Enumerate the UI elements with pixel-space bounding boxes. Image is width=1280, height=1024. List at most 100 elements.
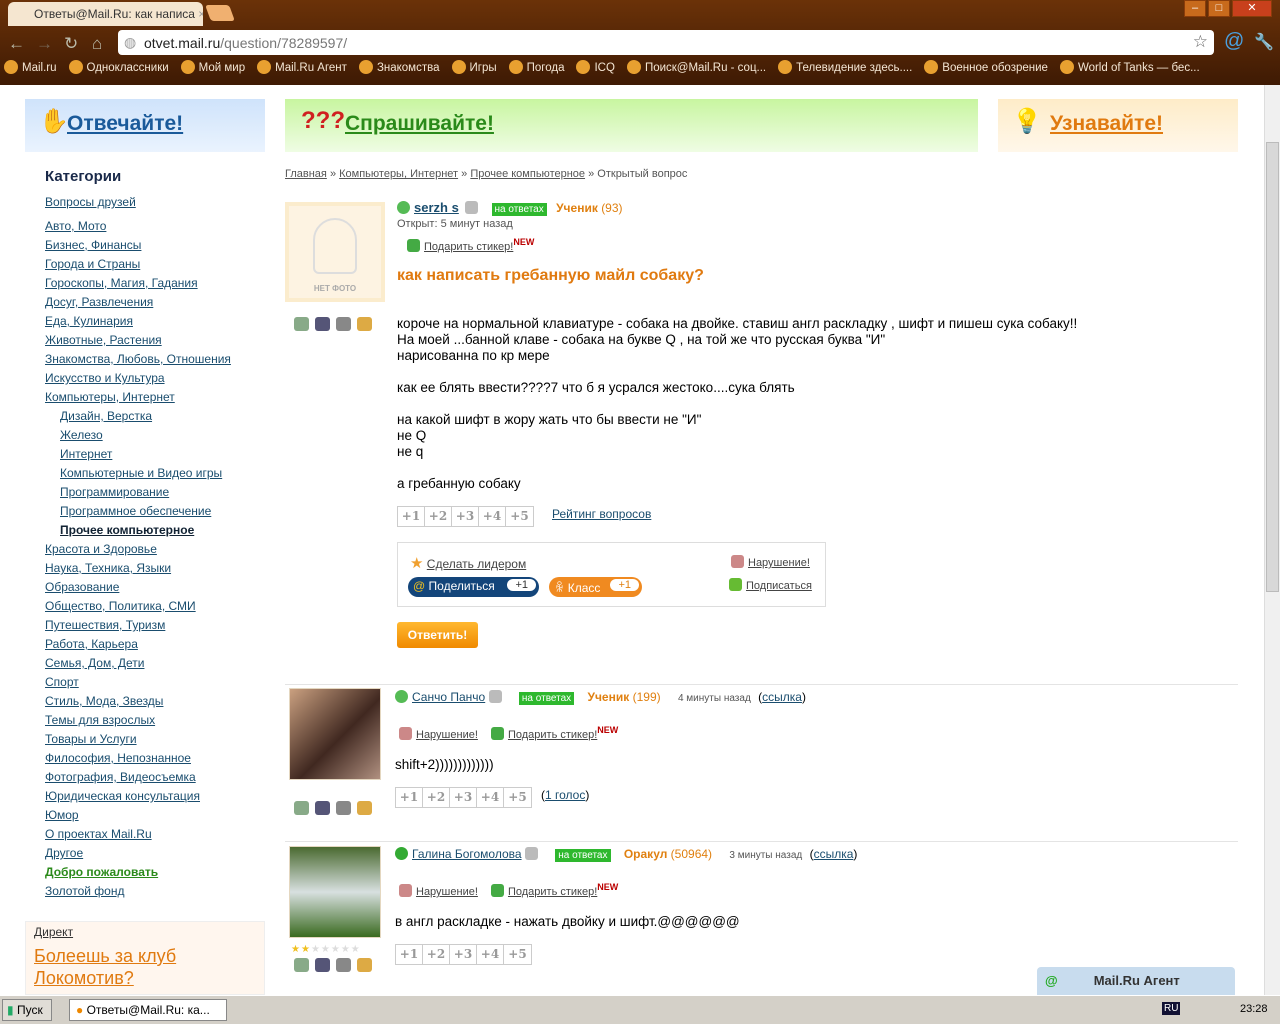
permalink[interactable]: ссылка <box>762 690 802 704</box>
sidebar-category[interactable]: Темы для взрослых <box>45 713 155 727</box>
address-bar[interactable]: ◍ otvet.mail.ru/question/78289597/ ☆ <box>118 30 1214 55</box>
bookmark[interactable]: Mail.Ru Агент <box>257 60 347 80</box>
sidebar-category[interactable]: Фотография, Видеосъемка <box>45 770 196 784</box>
sidebar-category[interactable]: Авто, Мото <box>45 219 106 233</box>
edit-icon[interactable] <box>357 958 372 972</box>
new-tab-button[interactable] <box>205 5 235 21</box>
violation-link[interactable]: Нарушение! <box>416 886 478 898</box>
rating-link[interactable]: Рейтинг вопросов <box>552 507 651 521</box>
sidebar-subcategory[interactable]: Программирование <box>60 485 169 499</box>
photo-icon[interactable] <box>315 801 330 815</box>
reply-button[interactable]: Ответить! <box>397 622 478 648</box>
language-indicator[interactable]: RU <box>1162 1002 1181 1015</box>
mail-agent-panel[interactable]: @ Mail.Ru Агент <box>1037 967 1235 995</box>
scrollbar-thumb[interactable] <box>1266 142 1279 592</box>
avatar[interactable] <box>289 688 381 780</box>
bookmark[interactable]: Телевидение здесь.... <box>778 60 912 80</box>
share-button[interactable]: @ Поделиться +1 <box>408 577 539 597</box>
photo-icon[interactable] <box>315 958 330 972</box>
bookmark[interactable]: Игры <box>451 60 497 80</box>
vote-button[interactable]: +2 <box>423 788 450 807</box>
friends-icon[interactable] <box>294 317 309 331</box>
sidebar-category[interactable]: О проектах Mail.Ru <box>45 827 152 841</box>
vote-button[interactable]: +3 <box>452 507 479 526</box>
wrench-icon[interactable]: 🔧 <box>1254 32 1274 52</box>
sidebar-category[interactable]: Досуг, Развлечения <box>45 295 153 309</box>
vote-button[interactable]: +5 <box>506 507 533 526</box>
star-icon[interactable]: ☆ <box>1193 32 1208 52</box>
sticker-link[interactable]: Подарить стикер! <box>508 729 597 741</box>
sidebar-category[interactable]: Общество, Политика, СМИ <box>45 599 196 613</box>
photo-icon[interactable] <box>315 317 330 331</box>
friends-questions-link[interactable]: Вопросы друзей <box>45 195 136 209</box>
author-link[interactable]: Галина Богомолова <box>412 847 522 861</box>
edit-icon[interactable] <box>357 317 372 331</box>
sidebar-subcategory[interactable]: Программное обеспечение <box>60 504 211 518</box>
edit-icon[interactable] <box>357 801 372 815</box>
minimize-button[interactable]: – <box>1184 0 1206 17</box>
bookmark[interactable]: World of Tanks — бес... <box>1059 60 1200 80</box>
friends-icon[interactable] <box>294 958 309 972</box>
start-button[interactable]: ▮ Пуск <box>2 999 52 1021</box>
reload-icon[interactable]: ↻ <box>64 34 78 54</box>
sidebar-subcategory[interactable]: Прочее компьютерное <box>60 523 194 537</box>
sidebar-category[interactable]: Искусство и Культура <box>45 371 165 385</box>
author-link[interactable]: serzh s <box>414 200 459 215</box>
forward-icon[interactable]: → <box>36 34 53 54</box>
learn-banner[interactable]: 💡 Узнавайте! <box>998 99 1238 152</box>
sidebar-category[interactable]: Компьютеры, Интернет <box>45 390 175 404</box>
sidebar-category[interactable]: Философия, Непознанное <box>45 751 191 765</box>
vote-button[interactable]: +2 <box>425 507 452 526</box>
bookmark[interactable]: Военное обозрение <box>924 60 1048 80</box>
sidebar-category[interactable]: Юридическая консультация <box>45 789 200 803</box>
sidebar-category[interactable]: Образование <box>45 580 119 594</box>
sidebar-category[interactable]: Юмор <box>45 808 79 822</box>
dropdown-icon[interactable] <box>524 847 538 860</box>
sidebar-category[interactable]: Еда, Кулинария <box>45 314 133 328</box>
close-window-button[interactable]: ✕ <box>1232 0 1272 17</box>
home-icon[interactable]: ⌂ <box>92 34 102 54</box>
vote-button[interactable]: +5 <box>504 788 531 807</box>
vote-button[interactable]: +1 <box>396 945 423 964</box>
bookmark[interactable]: Mail.ru <box>4 60 57 80</box>
dropdown-icon[interactable] <box>488 690 502 703</box>
sticker-link[interactable]: Подарить стикер! <box>508 886 597 898</box>
sidebar-category[interactable]: Города и Страны <box>45 257 140 271</box>
make-leader-link[interactable]: Сделать лидером <box>427 557 526 571</box>
bookmark[interactable]: ICQ <box>576 60 615 80</box>
sidebar-category[interactable]: Путешествия, Туризм <box>45 618 165 632</box>
violation-link[interactable]: Нарушение! <box>748 557 810 569</box>
sidebar-subcategory[interactable]: Дизайн, Верстка <box>60 409 152 423</box>
sidebar-subcategory[interactable]: Железо <box>60 428 103 442</box>
avatar-placeholder[interactable]: НЕТ ФОТО <box>285 202 385 302</box>
subscribe-link[interactable]: Подписаться <box>746 580 812 592</box>
taskbar-window-button[interactable]: ● Ответы@Mail.Ru: ка... <box>69 999 227 1021</box>
maximize-button[interactable]: □ <box>1208 0 1230 17</box>
vote-button[interactable]: +2 <box>423 945 450 964</box>
sidebar-category[interactable]: Другое <box>45 846 83 860</box>
bookmark[interactable]: Погода <box>508 60 564 80</box>
back-icon[interactable]: ← <box>8 34 25 54</box>
klass-button[interactable]: ꆜ Класс +1 <box>549 577 642 597</box>
browser-tab[interactable]: Ответы@Mail.Ru: как написа × <box>8 2 203 26</box>
avatar[interactable] <box>289 846 381 938</box>
vote-button[interactable]: +4 <box>479 507 506 526</box>
bookmark[interactable]: Знакомства <box>358 60 440 80</box>
bookmark[interactable]: Одноклассники <box>68 60 169 80</box>
vote-button[interactable]: +1 <box>398 507 425 526</box>
bookmark[interactable]: Мой мир <box>180 60 245 80</box>
sidebar-category[interactable]: Стиль, Мода, Звезды <box>45 694 163 708</box>
scrollbar[interactable] <box>1264 85 1280 995</box>
sidebar-category[interactable]: Бизнес, Финансы <box>45 238 141 252</box>
permalink[interactable]: ссылка <box>814 847 854 861</box>
vote-button[interactable]: +3 <box>450 945 477 964</box>
video-icon[interactable] <box>336 801 351 815</box>
gold-fund-link[interactable]: Золотой фонд <box>45 884 124 898</box>
sidebar-category[interactable]: Животные, Растения <box>45 333 162 347</box>
answer-banner[interactable]: ✋ Отвечайте! <box>25 99 265 152</box>
vote-button[interactable]: +3 <box>450 788 477 807</box>
vote-button[interactable]: +5 <box>504 945 531 964</box>
sidebar-category[interactable]: Знакомства, Любовь, Отношения <box>45 352 231 366</box>
welcome-link[interactable]: Добро пожаловать <box>45 865 158 879</box>
votes-link[interactable]: 1 голос <box>545 788 585 802</box>
